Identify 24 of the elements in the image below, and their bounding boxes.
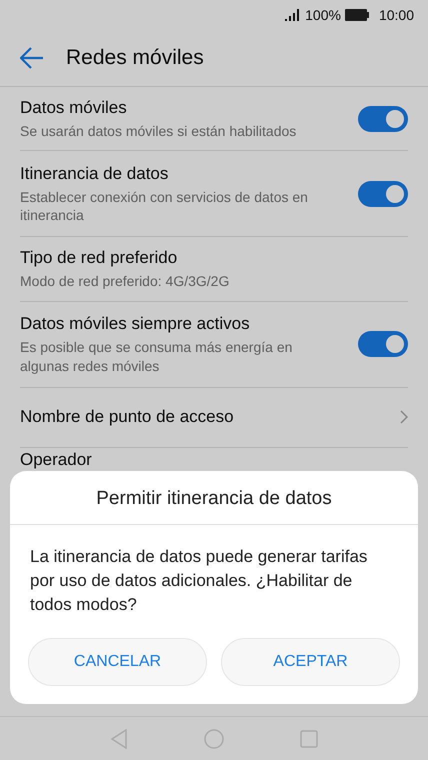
battery-icon	[344, 9, 369, 21]
setting-description: Se usarán datos móviles si están habilitados	[20, 122, 296, 140]
toggle-switch[interactable]	[358, 180, 408, 207]
setting-title: Itinerancia de datos	[20, 163, 170, 186]
chevron-right-icon	[400, 410, 408, 424]
setting-title: Datos móviles siempre activos	[20, 313, 251, 336]
cancel-button[interactable]: CANCELAR	[28, 638, 207, 686]
back-arrow-icon[interactable]	[20, 47, 44, 69]
dialog-title: Permitir itinerancia de datos	[10, 471, 418, 525]
setting-description: Es posible que se consuma más energía en algunas redes móviles	[20, 338, 294, 375]
toggle-switch[interactable]	[358, 106, 408, 132]
signal-icon	[285, 9, 302, 21]
setting-title: Tipo de red preferido	[20, 247, 178, 270]
toggle-switch[interactable]	[358, 331, 408, 358]
battery-percentage: 100%	[305, 7, 341, 23]
setting-description: Establecer conexión con servicios de datos en itinerancia	[20, 188, 309, 225]
accept-button[interactable]: ACEPTAR	[221, 638, 400, 686]
setting-description: Modo de red preferido: 4G/3G/2G	[20, 272, 230, 291]
setting-title: Datos móviles	[20, 97, 128, 119]
dialog-message: La itinerancia de datos puede generar tarifas por uso de datos adicionales. ¿Habilitar de todos modos?	[29, 546, 368, 616]
setting-title: Operador	[20, 448, 92, 471]
clock-time: 10:00	[378, 7, 414, 23]
page-title: Redes móviles	[66, 46, 204, 70]
setting-title: Nombre de punto de acceso	[20, 406, 234, 428]
